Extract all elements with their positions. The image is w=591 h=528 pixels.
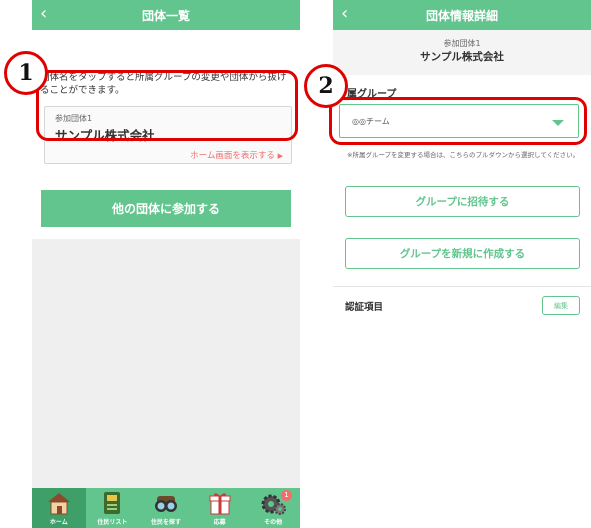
tab-find-residents-label: 住民を探す [150,519,181,526]
tab-find-residents[interactable]: 住民を探す [139,488,193,528]
divider [333,286,591,287]
tab-home[interactable]: ホーム [32,488,86,528]
highlight-box-1 [36,70,298,141]
group-info: 参加団体1 サンプル株式会社 [333,30,591,75]
tab-other[interactable]: その他 1 [246,488,300,528]
step-2-callout: 2 [304,64,348,108]
join-other-group-button[interactable]: 他の団体に参加する [41,190,291,227]
tab-home-label: ホーム [49,519,68,526]
house-icon [47,493,70,515]
gift-icon [209,493,231,515]
page-title: 団体一覧 [141,8,190,23]
edit-button[interactable]: 編集 [542,296,580,315]
create-group-button[interactable]: グループを新規に作成する [345,238,580,269]
group-info-label: 参加団体1 [443,39,481,48]
notification-badge: 1 [280,490,292,501]
tab-other-label: その他 [264,519,283,526]
tab-apply-label: 応募 [213,519,226,526]
tab-resident-list[interactable]: 住民リスト [86,488,140,528]
back-arrow-icon[interactable]: ‹ [40,4,56,24]
show-home-link[interactable]: ホーム画面を表示する ▶ [190,149,283,161]
binoculars-icon [154,496,177,512]
page-title: 団体情報詳細 [425,8,498,23]
back-arrow-icon[interactable]: ‹ [341,4,357,24]
tab-apply[interactable]: 応募 [193,488,247,528]
top-bar: ‹ 団体一覧 [32,0,300,30]
group-detail-screen: ‹ 団体情報詳細 参加団体1 サンプル株式会社 属グループ ◎◎チーム ※所属グ… [333,0,591,528]
auth-items-label: 認証項目 [345,302,384,313]
bottom-tab-bar: ホーム 住民リスト 住民を探す 応募 その他 1 [32,488,300,528]
top-bar: ‹ 団体情報詳細 [333,0,591,30]
highlight-box-2 [329,97,587,145]
play-arrow-icon: ▶ [277,152,283,160]
select-note: ※所属グループを変更する場合は、こちらのプルダウンから選択してください。 [347,151,580,159]
show-home-link-label: ホーム画面を表示する [190,151,275,161]
tab-resident-list-label: 住民リスト [97,519,128,526]
resident-list-book-icon [104,492,121,514]
group-info-name: サンプル株式会社 [420,51,504,63]
step-1-callout: 1 [4,51,48,95]
invite-to-group-button[interactable]: グループに招待する [345,186,580,217]
